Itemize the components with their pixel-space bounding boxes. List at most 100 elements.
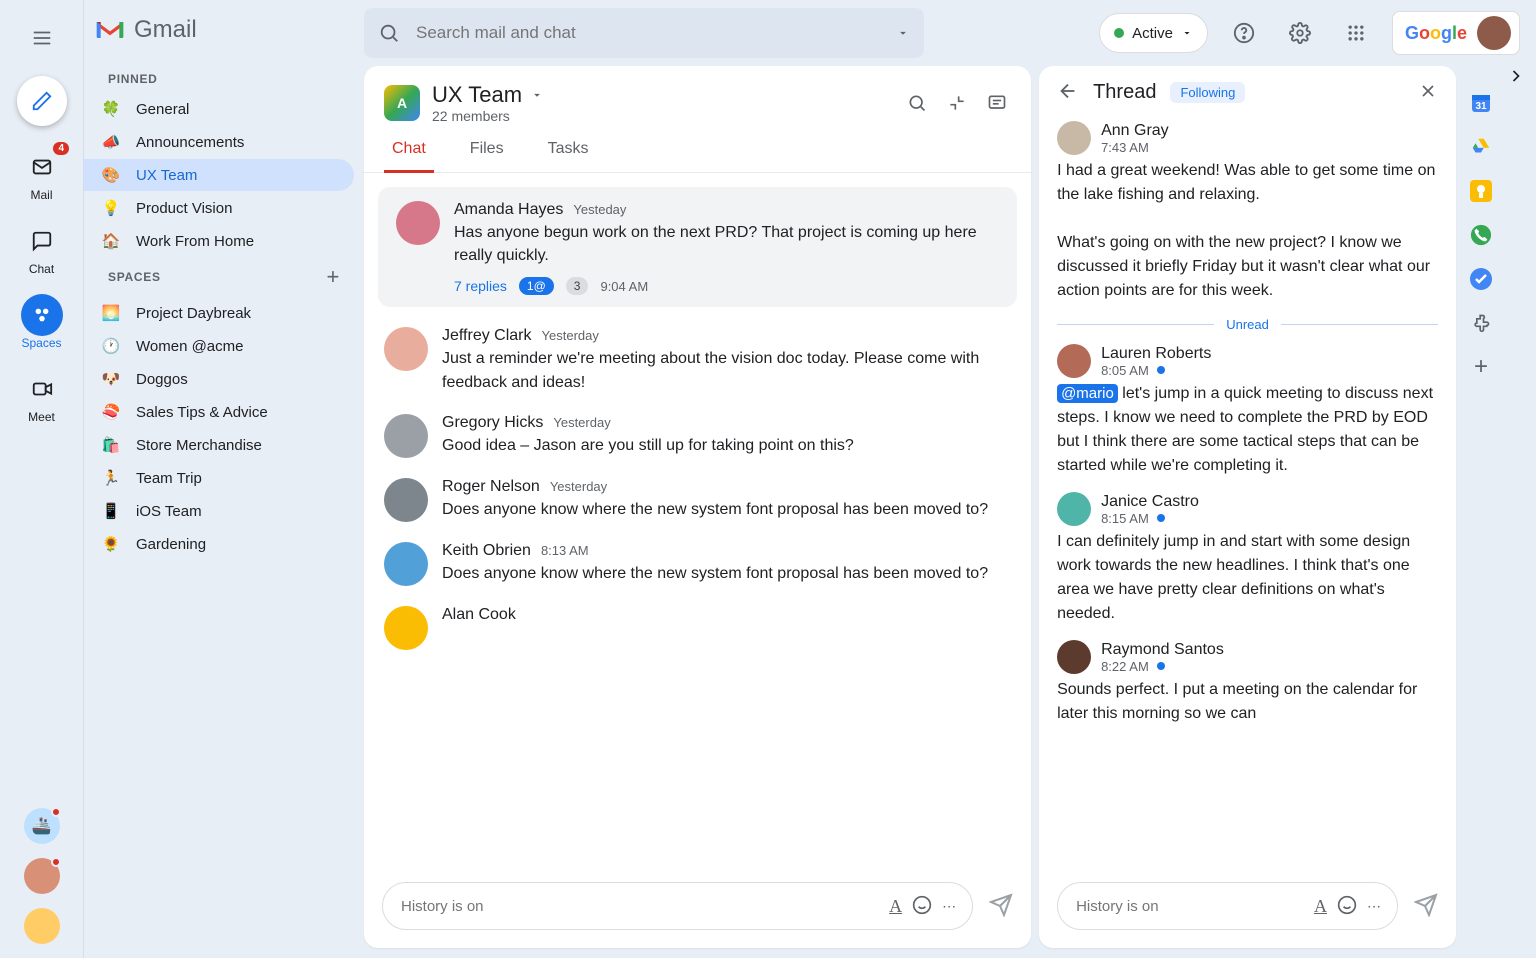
message[interactable]: Gregory Hicks Yesterday Good idea – Jaso… <box>378 404 1017 468</box>
status-chip[interactable]: Active <box>1099 13 1208 53</box>
thread-composer-input[interactable] <box>1074 897 1304 916</box>
chat-bubble-2[interactable] <box>24 858 60 894</box>
chat-bubble-1[interactable]: 🚢 <box>24 808 60 844</box>
sidebar-item[interactable]: 🏠 Work From Home <box>84 225 354 257</box>
space-title[interactable]: UX Team <box>432 82 522 108</box>
format-button[interactable]: A <box>889 896 902 917</box>
thread-format-button[interactable]: A <box>1314 896 1327 917</box>
tasks-button[interactable] <box>1470 268 1492 290</box>
space-send-button[interactable] <box>989 893 1013 920</box>
collapse-button[interactable] <box>943 89 971 117</box>
sidebar-item[interactable]: 🕐 Women @acme <box>84 330 354 362</box>
more-button[interactable]: ⋯ <box>942 898 956 915</box>
settings-button[interactable] <box>1280 13 1320 53</box>
tab-tasks[interactable]: Tasks <box>540 128 597 172</box>
message[interactable]: Alan Cook <box>378 596 1017 660</box>
message[interactable]: Jeffrey Clark Yesterday Just a reminder … <box>378 317 1017 403</box>
sidebar-item-label: Product Vision <box>136 200 232 217</box>
addons-button[interactable] <box>1470 312 1492 334</box>
sidebar-item-icon: 🕐 <box>100 337 122 355</box>
emoji-button[interactable] <box>912 895 932 918</box>
keep-icon <box>1470 180 1492 202</box>
thread-send-button[interactable] <box>1414 893 1438 920</box>
side-panel: 31 + <box>1456 66 1506 948</box>
sidebar-item[interactable]: 🏃 Team Trip <box>84 462 354 494</box>
thread-sender: Ann Gray <box>1101 122 1169 140</box>
rail-spaces[interactable]: Spaces <box>0 294 83 350</box>
compose-button[interactable] <box>17 76 67 126</box>
sidebar-item-label: Team Trip <box>136 470 202 487</box>
sidebar-item[interactable]: 🍣 Sales Tips & Advice <box>84 396 354 428</box>
send-icon <box>1414 893 1438 917</box>
threads-button[interactable] <box>983 89 1011 117</box>
count-pill[interactable]: 3 <box>566 277 589 295</box>
sidebar-item[interactable]: 💡 Product Vision <box>84 192 354 224</box>
pinned-message[interactable]: Amanda Hayes Yesteday Has anyone begun w… <box>378 187 1017 307</box>
sidebar-item-label: Work From Home <box>136 233 254 250</box>
space-members[interactable]: 22 members <box>432 108 544 124</box>
sidebar-item-icon: 🍀 <box>100 100 122 118</box>
chat-bubble-3[interactable] <box>24 908 60 944</box>
tab-chat[interactable]: Chat <box>384 128 434 173</box>
add-space-button[interactable]: + <box>326 264 340 290</box>
mention-pill[interactable]: 1@ <box>519 277 554 295</box>
thread-composer[interactable]: A ⋯ <box>1057 882 1398 930</box>
sidebar-item[interactable]: 🐶 Doggos <box>84 363 354 395</box>
rail-chat[interactable]: Chat <box>0 220 83 276</box>
puzzle-icon <box>1471 313 1491 333</box>
search-icon <box>378 22 400 44</box>
thread-message[interactable]: Ann Gray 7:43 AM I had a great weekend! … <box>1057 121 1438 303</box>
replies-count[interactable]: 7 replies <box>454 278 507 294</box>
sidebar-item[interactable]: 📣 Announcements <box>84 126 354 158</box>
thread-back-button[interactable] <box>1057 80 1079 105</box>
space-composer[interactable]: A ⋯ <box>382 882 973 930</box>
sidebar-item-icon: 📣 <box>100 133 122 151</box>
mention-chip[interactable]: @mario <box>1057 384 1118 403</box>
smile-icon <box>1337 895 1357 915</box>
tab-files[interactable]: Files <box>462 128 512 172</box>
help-button[interactable] <box>1224 13 1264 53</box>
get-addons-button[interactable]: + <box>1470 356 1492 378</box>
thread-emoji-button[interactable] <box>1337 895 1357 918</box>
search-bar[interactable] <box>364 8 924 58</box>
message[interactable]: Keith Obrien 8:13 AM Does anyone know wh… <box>378 532 1017 596</box>
sidebar-item[interactable]: 📱 iOS Team <box>84 495 354 527</box>
chat-icon <box>31 230 53 252</box>
tasks-icon <box>1470 268 1492 290</box>
search-input[interactable] <box>414 22 882 44</box>
message-list[interactable]: Amanda Hayes Yesteday Has anyone begun w… <box>364 173 1031 870</box>
google-account-button[interactable]: Google <box>1392 11 1520 55</box>
thread-close-button[interactable] <box>1418 81 1438 104</box>
thread-avatar <box>1057 344 1091 378</box>
calendar-button[interactable]: 31 <box>1470 92 1492 114</box>
gmail-logo[interactable]: Gmail <box>84 14 364 66</box>
rail-mail[interactable]: 4 Mail <box>0 146 83 202</box>
caret-down-icon[interactable] <box>896 26 910 40</box>
svg-text:31: 31 <box>1475 101 1487 112</box>
sidebar-item[interactable]: 🌅 Project Daybreak <box>84 297 354 329</box>
sidebar-item[interactable]: 🌻 Gardening <box>84 528 354 560</box>
thread-time: 8:22 AM <box>1101 659 1149 674</box>
sidebar-item[interactable]: 🎨 UX Team <box>84 159 354 191</box>
thread-message[interactable]: Raymond Santos 8:22 AM Sounds perfect. I… <box>1057 640 1438 726</box>
rail-meet[interactable]: Meet <box>0 368 83 424</box>
rail-meet-label: Meet <box>28 410 55 424</box>
collapse-side-panel-button[interactable] <box>1506 66 1526 948</box>
voice-button[interactable] <box>1470 224 1492 246</box>
chevron-down-icon[interactable] <box>530 88 544 102</box>
space-search-button[interactable] <box>903 89 931 117</box>
following-chip[interactable]: Following <box>1170 82 1245 103</box>
apps-button[interactable] <box>1336 13 1376 53</box>
thread-message[interactable]: Janice Castro 8:15 AM I can definitely j… <box>1057 492 1438 626</box>
drive-button[interactable] <box>1470 136 1492 158</box>
thread-message-list[interactable]: Ann Gray 7:43 AM I had a great weekend! … <box>1039 109 1456 870</box>
sidebar-item[interactable]: 🛍️ Store Merchandise <box>84 429 354 461</box>
keep-button[interactable] <box>1470 180 1492 202</box>
message[interactable]: Roger Nelson Yesterday Does anyone know … <box>378 468 1017 532</box>
sidebar-item[interactable]: 🍀 General <box>84 93 354 125</box>
thread-more-button[interactable]: ⋯ <box>1367 898 1381 915</box>
message-avatar <box>384 606 428 650</box>
thread-message[interactable]: Lauren Roberts 8:05 AM @mario let's jump… <box>1057 344 1438 478</box>
space-composer-input[interactable] <box>399 897 879 916</box>
main-menu-button[interactable] <box>24 20 60 56</box>
